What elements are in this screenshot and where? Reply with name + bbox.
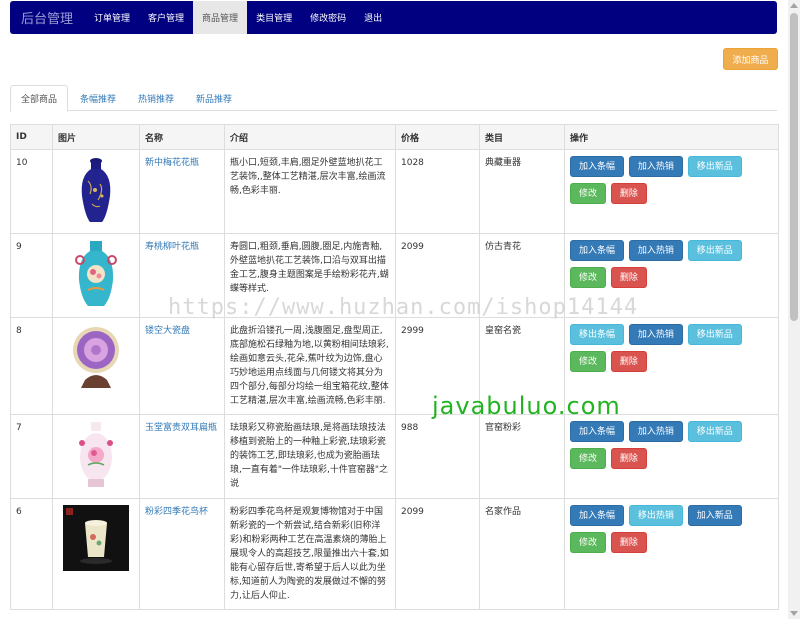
add-banner-button[interactable]: 加入条幅 bbox=[570, 505, 625, 526]
tab-banner-recommend[interactable]: 条幅推荐 bbox=[70, 85, 126, 111]
add-hot-button[interactable]: 加入热销 bbox=[628, 421, 683, 442]
header-actions: 操作 bbox=[564, 124, 779, 150]
cell-image bbox=[52, 498, 140, 610]
nav-change-password[interactable]: 修改密码 bbox=[301, 1, 355, 34]
cell-category: 官窑粉彩 bbox=[479, 414, 565, 499]
cell-name[interactable]: 玉堂富贵双耳扁瓶 bbox=[139, 414, 225, 499]
cell-id: 6 bbox=[10, 498, 53, 610]
tab-new-recommend[interactable]: 新品推荐 bbox=[186, 85, 242, 111]
cell-price: 2099 bbox=[395, 498, 480, 610]
header-name: 名称 bbox=[139, 124, 225, 150]
header-id: ID bbox=[10, 124, 53, 150]
delete-button[interactable]: 删除 bbox=[610, 267, 647, 288]
add-hot-button[interactable]: 加入热销 bbox=[628, 324, 683, 345]
table-row: 8 镂空大瓷盘 此盘折沿镂孔一周,浅腹圈足,盘型周正,底部施松石绿釉为地,以黄粉… bbox=[10, 317, 779, 415]
add-banner-button[interactable]: 加入条幅 bbox=[570, 156, 625, 177]
edit-button[interactable]: 修改 bbox=[570, 532, 607, 553]
remove-banner-button[interactable]: 移出条幅 bbox=[570, 324, 625, 345]
cell-actions: 加入条幅 加入热销 移出新品 修改 删除 bbox=[564, 414, 779, 499]
product-image-turquoise-vase bbox=[58, 240, 134, 308]
cell-id: 10 bbox=[10, 149, 53, 234]
product-image-purple-plate bbox=[58, 324, 134, 392]
cell-id: 9 bbox=[10, 233, 53, 318]
cell-image bbox=[52, 317, 140, 415]
cell-name[interactable]: 镂空大瓷盘 bbox=[139, 317, 225, 415]
table-row: 7 玉堂富贵双耳扁瓶 珐琅彩又称瓷胎画珐琅,是将画珐琅技法移植到瓷胎上的一种釉上… bbox=[10, 414, 779, 499]
scrollbar-thumb[interactable] bbox=[790, 13, 798, 321]
remove-new-button[interactable]: 移出新品 bbox=[687, 240, 742, 261]
add-hot-button[interactable]: 加入热销 bbox=[628, 240, 683, 261]
cell-name[interactable]: 新中梅花花瓶 bbox=[139, 149, 225, 234]
edit-button[interactable]: 修改 bbox=[570, 448, 607, 469]
table-row: 6 粉彩四季花鸟杯 粉彩四季花鸟杯是观复博物馆对于中国新彩瓷的一个新尝试,结合新… bbox=[10, 498, 779, 610]
cell-actions: 加入条幅 加入热销 移出新品 修改 删除 bbox=[564, 149, 779, 234]
remove-new-button[interactable]: 移出新品 bbox=[687, 421, 742, 442]
product-tabs: 全部商品 条幅推荐 热销推荐 新品推荐 bbox=[10, 85, 777, 112]
remove-hot-button[interactable]: 移出热销 bbox=[628, 505, 683, 526]
cell-category: 名家作品 bbox=[479, 498, 565, 610]
product-table: ID 图片 名称 介绍 价格 类目 操作 10 新中梅花花瓶 瓶小口,短颈,丰肩… bbox=[10, 124, 779, 610]
cell-id: 8 bbox=[10, 317, 53, 415]
watermark-site: javabuluo.com bbox=[432, 392, 621, 420]
nav-categories[interactable]: 类目管理 bbox=[247, 1, 301, 34]
cell-image bbox=[52, 414, 140, 499]
header-category: 类目 bbox=[479, 124, 565, 150]
brand-title[interactable]: 后台管理 bbox=[10, 1, 85, 34]
nav-orders[interactable]: 订单管理 bbox=[85, 1, 139, 34]
scroll-up-icon[interactable] bbox=[790, 3, 798, 8]
tab-all-products[interactable]: 全部商品 bbox=[10, 85, 69, 112]
edit-button[interactable]: 修改 bbox=[570, 267, 607, 288]
cell-description: 珐琅彩又称瓷胎画珐琅,是将画珐琅技法移植到瓷胎上的一种釉上彩瓷,珐琅彩瓷的装饰工… bbox=[224, 414, 396, 499]
add-hot-button[interactable]: 加入热销 bbox=[628, 156, 683, 177]
cell-description: 此盘折沿镂孔一周,浅腹圈足,盘型周正,底部施松石绿釉为地,以黄粉相间珐琅彩,绘画… bbox=[224, 317, 396, 415]
nav-customers[interactable]: 客户管理 bbox=[139, 1, 193, 34]
cell-id: 7 bbox=[10, 414, 53, 499]
cell-category: 典藏重器 bbox=[479, 149, 565, 234]
nav-logout[interactable]: 退出 bbox=[355, 1, 391, 34]
cell-price: 988 bbox=[395, 414, 480, 499]
table-row: 10 新中梅花花瓶 瓶小口,短颈,丰肩,圈足外壁蓝地扒花工艺装饰,,整体工艺精湛… bbox=[10, 149, 779, 234]
remove-new-button[interactable]: 移出新品 bbox=[687, 156, 742, 177]
table-header-row: ID 图片 名称 介绍 价格 类目 操作 bbox=[10, 124, 779, 150]
header-price: 价格 bbox=[395, 124, 480, 150]
delete-button[interactable]: 删除 bbox=[610, 351, 647, 372]
add-new-button[interactable]: 加入新品 bbox=[687, 505, 742, 526]
add-product-button[interactable]: 添加商品 bbox=[723, 48, 778, 70]
tab-hot-recommend[interactable]: 热销推荐 bbox=[128, 85, 184, 111]
edit-button[interactable]: 修改 bbox=[570, 183, 607, 204]
delete-button[interactable]: 删除 bbox=[610, 532, 647, 553]
edit-button[interactable]: 修改 bbox=[570, 351, 607, 372]
vertical-scrollbar[interactable] bbox=[788, 0, 800, 619]
cell-name[interactable]: 粉彩四季花鸟杯 bbox=[139, 498, 225, 610]
cell-actions: 加入条幅 移出热销 加入新品 修改 删除 bbox=[564, 498, 779, 610]
top-navbar: 后台管理 订单管理 客户管理 商品管理 类目管理 修改密码 退出 bbox=[10, 1, 777, 34]
cell-image bbox=[52, 233, 140, 318]
scroll-down-icon[interactable] bbox=[790, 611, 798, 616]
cell-image bbox=[52, 149, 140, 234]
watermark-url: https://www.huzhan.com/ishop14144 bbox=[168, 295, 639, 320]
delete-button[interactable]: 删除 bbox=[610, 448, 647, 469]
product-image-blue-vase bbox=[58, 156, 134, 224]
header-description: 介绍 bbox=[224, 124, 396, 150]
remove-new-button[interactable]: 移出新品 bbox=[687, 324, 742, 345]
product-image-pink-flask bbox=[58, 421, 134, 489]
cell-description: 瓶小口,短颈,丰肩,圈足外壁蓝地扒花工艺装饰,,整体工艺精湛,层次丰富,绘画流畅… bbox=[224, 149, 396, 234]
add-banner-button[interactable]: 加入条幅 bbox=[570, 421, 625, 442]
header-image: 图片 bbox=[52, 124, 140, 150]
cell-description: 粉彩四季花鸟杯是观复博物馆对于中国新彩瓷的一个新尝试,结合新彩(旧称洋彩)和粉彩… bbox=[224, 498, 396, 610]
cell-price: 1028 bbox=[395, 149, 480, 234]
nav-products[interactable]: 商品管理 bbox=[193, 1, 248, 34]
delete-button[interactable]: 删除 bbox=[610, 183, 647, 204]
add-banner-button[interactable]: 加入条幅 bbox=[570, 240, 625, 261]
product-image-cup bbox=[58, 505, 134, 571]
product-table-wrapper: ID 图片 名称 介绍 价格 类目 操作 10 新中梅花花瓶 瓶小口,短颈,丰肩… bbox=[10, 124, 779, 610]
